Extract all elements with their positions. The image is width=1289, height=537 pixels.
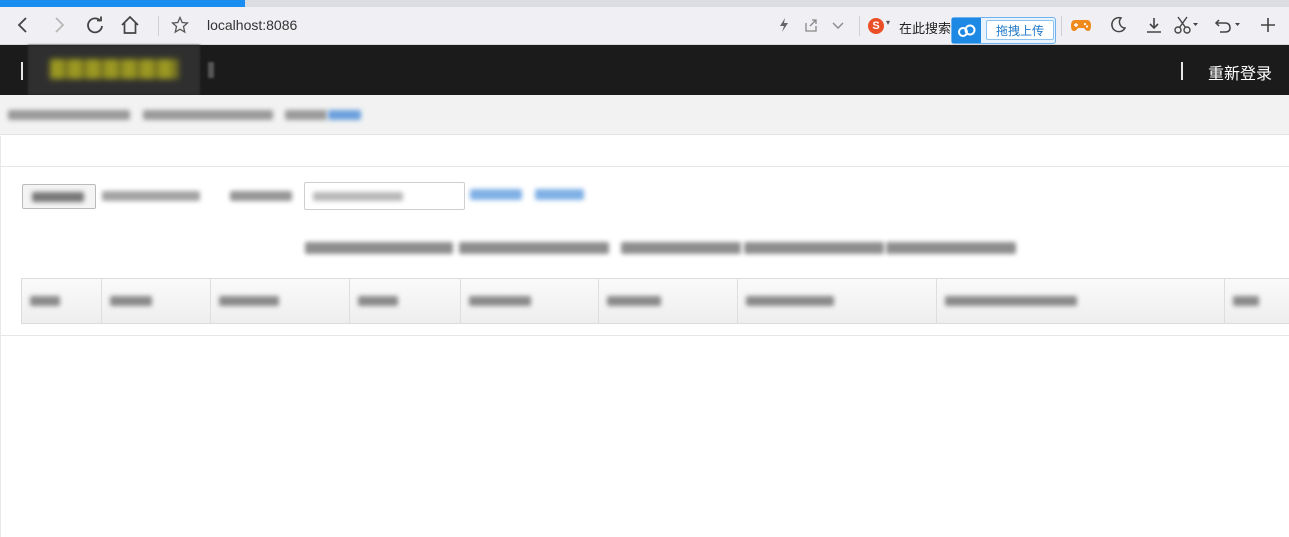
page-loading-bar: [0, 0, 1289, 7]
filter-select-label: [32, 192, 84, 202]
share-icon: [805, 19, 817, 32]
breadcrumb-item[interactable]: [143, 110, 273, 120]
address-bar[interactable]: localhost:8086: [207, 17, 297, 33]
search-engine-caret[interactable]: ▾: [886, 18, 890, 27]
sogou-icon[interactable]: S: [868, 18, 884, 34]
back-button[interactable]: [9, 11, 37, 39]
screenshot-button[interactable]: [1172, 11, 1200, 39]
toolbar-separator: [1061, 16, 1062, 36]
notice-text: [744, 242, 884, 254]
speed-mode-button[interactable]: [770, 11, 798, 39]
header-divider: [21, 62, 23, 80]
address-dropdown-button[interactable]: [824, 11, 852, 39]
search-link[interactable]: [470, 189, 522, 200]
table-column-header[interactable]: [461, 279, 599, 323]
refresh-button[interactable]: [81, 11, 109, 39]
content-left-edge: [0, 136, 1, 537]
plus-icon: [1261, 18, 1275, 32]
app-logo: [28, 45, 200, 95]
filter-input[interactable]: [304, 182, 465, 210]
download-button[interactable]: [1140, 11, 1168, 39]
search-box[interactable]: 在此搜索: [899, 18, 951, 37]
breadcrumb: [0, 95, 1289, 135]
breadcrumb-item[interactable]: [8, 110, 130, 120]
cloud-icon: [952, 18, 981, 43]
undo-icon: [1214, 19, 1240, 33]
page-loading-fill: [0, 0, 245, 7]
gamepad-icon: [1071, 20, 1091, 31]
reset-link[interactable]: [535, 189, 584, 200]
night-mode-button[interactable]: [1104, 11, 1132, 39]
breadcrumb-current: [328, 110, 361, 120]
drag-upload-label[interactable]: 拖拽上传: [986, 20, 1054, 40]
toolbar-separator: [859, 16, 860, 36]
breadcrumb-item[interactable]: [285, 110, 327, 120]
table-bottom-divider: [0, 335, 1289, 336]
forward-icon: [55, 17, 65, 33]
notice-text: [886, 242, 1016, 254]
download-icon: [1147, 18, 1161, 33]
table-column-header[interactable]: [211, 279, 350, 323]
star-icon: [171, 16, 189, 34]
app-name-redacted: [50, 59, 178, 79]
moon-icon: [1111, 16, 1127, 33]
table-header: [21, 278, 1289, 324]
filter-label: [102, 191, 200, 201]
table-column-header[interactable]: [102, 279, 211, 323]
share-button[interactable]: [797, 11, 825, 39]
chevron-down-icon: [832, 22, 844, 29]
home-button[interactable]: [116, 11, 144, 39]
home-icon: [121, 15, 139, 34]
lightning-icon: [780, 18, 788, 32]
filter-select-button[interactable]: [22, 184, 96, 209]
table-column-header[interactable]: [350, 279, 461, 323]
scissors-icon: [1174, 16, 1198, 34]
undo-close-button[interactable]: [1214, 11, 1242, 39]
app-header: 重新登录: [0, 45, 1289, 95]
game-button[interactable]: [1067, 11, 1095, 39]
filter-label: [230, 191, 292, 201]
browser-window: localhost:8086 S ▾ 在此搜索 拖拽上传 重新登录: [0, 0, 1289, 537]
back-icon: [17, 17, 27, 33]
cloud-upload-widget[interactable]: 拖拽上传: [951, 17, 1056, 44]
notice-text: [459, 242, 609, 254]
table-column-header[interactable]: [1225, 279, 1289, 323]
filter-input-placeholder: [313, 192, 403, 201]
relogin-link[interactable]: 重新登录: [1208, 60, 1272, 84]
notice-text: [621, 242, 741, 254]
toolbar-separator: [158, 16, 159, 36]
table-column-header[interactable]: [738, 279, 937, 323]
table-column-header[interactable]: [937, 279, 1225, 323]
header-mark: [208, 62, 214, 78]
bookmark-button[interactable]: [166, 11, 194, 39]
browser-toolbar: localhost:8086 S ▾ 在此搜索: [0, 7, 1289, 45]
forward-button[interactable]: [45, 11, 73, 39]
header-divider: [1181, 62, 1183, 80]
notice-text: [305, 242, 453, 254]
table-column-header[interactable]: [22, 279, 102, 323]
new-tab-button[interactable]: [1254, 11, 1282, 39]
table-column-header[interactable]: [599, 279, 738, 323]
content-divider: [0, 166, 1289, 167]
refresh-icon: [87, 16, 103, 34]
